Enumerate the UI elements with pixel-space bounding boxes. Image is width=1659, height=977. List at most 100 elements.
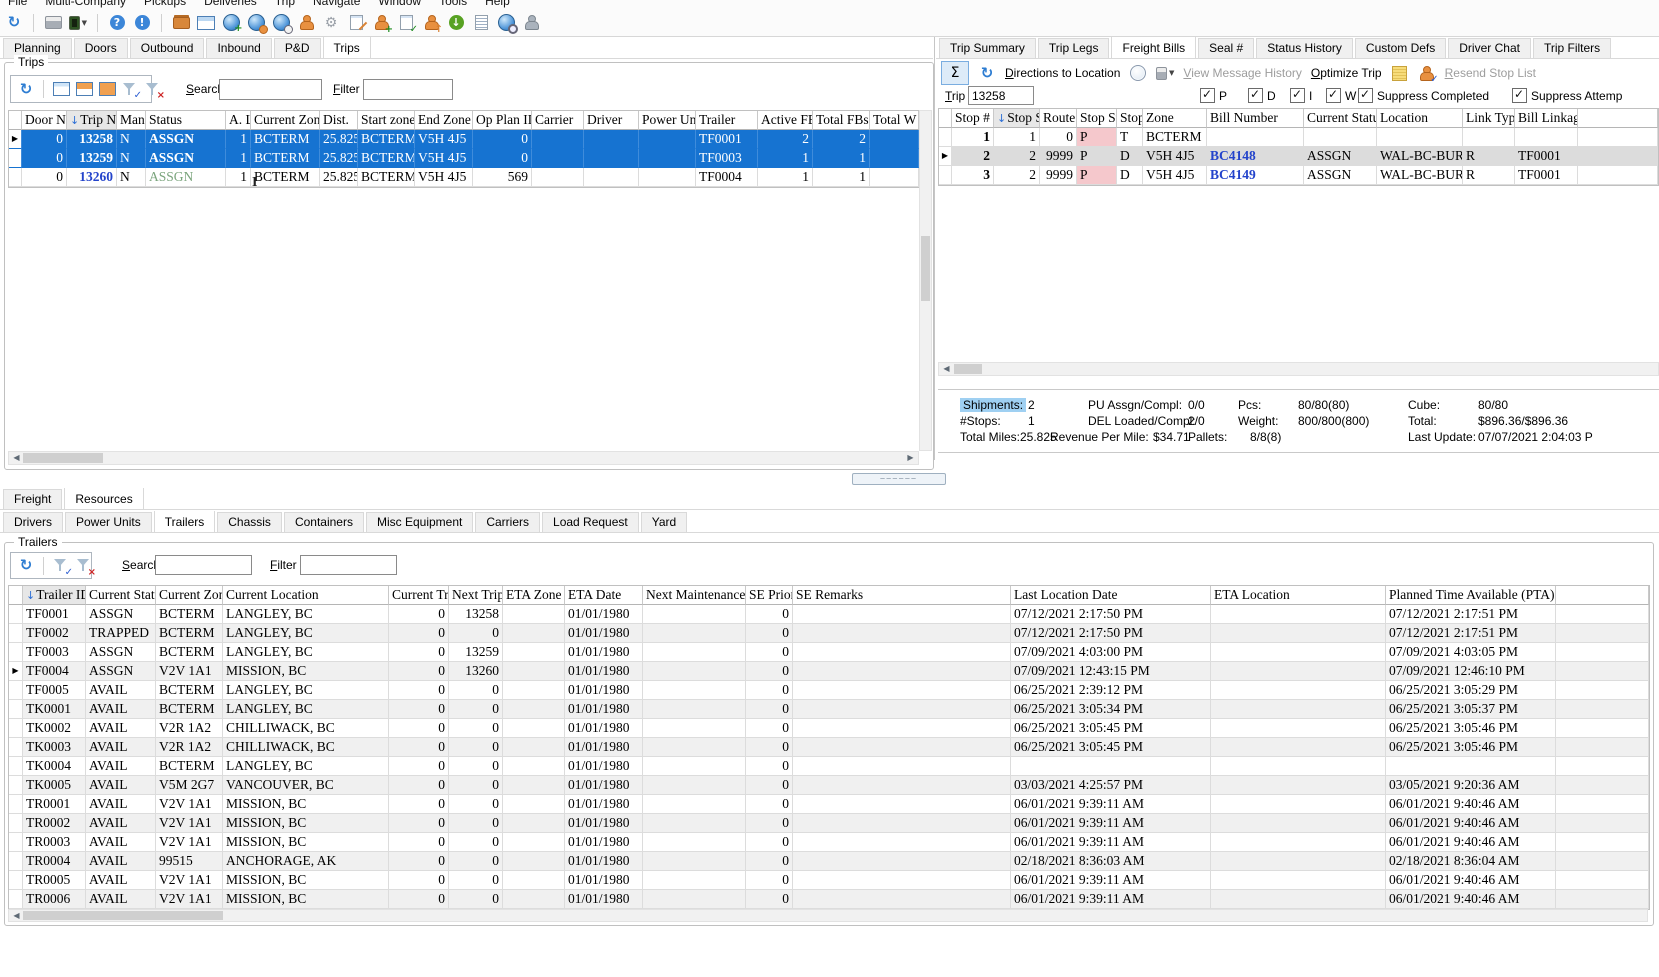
user-add-icon[interactable]: + xyxy=(372,14,390,32)
checkbox-box[interactable] xyxy=(1248,88,1263,103)
column-header-start-zone[interactable]: Start zone xyxy=(358,111,415,130)
column-header-stop[interactable]: Stop xyxy=(1117,109,1143,128)
column-header-eta-location[interactable]: ETA Location xyxy=(1211,586,1386,605)
user-silhouette-icon[interactable] xyxy=(522,14,540,32)
table-row[interactable]: TK0001AVAILBCTERMLANGLEY, BC0001/01/1980… xyxy=(9,700,1649,719)
table-row[interactable]: TR0004AVAIL99515ANCHORAGE, AK0001/01/198… xyxy=(9,852,1649,871)
globe-user-icon[interactable] xyxy=(247,14,265,32)
column-header-status[interactable]: Status xyxy=(146,111,226,130)
column-header-link-type[interactable]: Link Type xyxy=(1463,109,1515,128)
subtab-trailers[interactable]: Trailers xyxy=(154,511,216,533)
subtab-carriers[interactable]: Carriers xyxy=(475,512,540,532)
note-icon[interactable] xyxy=(1391,64,1409,82)
print-caret-icon[interactable]: ▼ xyxy=(1156,64,1174,82)
column-header-location[interactable]: Location xyxy=(1377,109,1463,128)
checkbox-box[interactable] xyxy=(1290,88,1305,103)
layout-panel-icon[interactable] xyxy=(197,14,215,32)
tab-trip-filters[interactable]: Trip Filters xyxy=(1533,38,1611,58)
table-row[interactable]: TF0001ASSGNBCTERMLANGLEY, BC01325801/01/… xyxy=(9,605,1649,624)
subtab-containers[interactable]: Containers xyxy=(284,512,364,532)
column-header-stop-stat[interactable]: Stop Stat xyxy=(1077,109,1117,128)
toolbar-link-optimize-trip[interactable]: Optimize Trip xyxy=(1311,66,1382,80)
column-header-man[interactable]: Man xyxy=(117,111,146,130)
freight-bills-horizontal-scrollbar[interactable]: ◀ xyxy=(938,362,1659,376)
scrollbar-thumb[interactable] xyxy=(954,364,982,374)
filter-check-icon[interactable]: ✓ xyxy=(52,557,70,575)
tab-custom-defs[interactable]: Custom Defs xyxy=(1355,38,1446,58)
table-row[interactable]: 110PTBCTERM xyxy=(939,128,1658,147)
table-row[interactable]: 013260NASSGN1BCTERM25.825BCTERMV5H 4J556… xyxy=(9,168,919,187)
trailers-search-input[interactable] xyxy=(155,555,252,575)
tab-driver-chat[interactable]: Driver Chat xyxy=(1448,38,1531,58)
table-row[interactable]: 013259NASSGN1BCTERM25.825BCTERMV5H 4J50T… xyxy=(9,149,919,168)
info-icon[interactable]: ! xyxy=(133,14,151,32)
checkbox-box[interactable] xyxy=(1358,88,1373,103)
menu-item-tools[interactable]: Tools xyxy=(431,0,477,8)
tab-freight-bills[interactable]: Freight Bills xyxy=(1111,37,1196,59)
download-icon[interactable]: ↓ xyxy=(447,14,465,32)
tab-trip-summary[interactable]: Trip Summary xyxy=(939,38,1036,58)
document-list-icon[interactable] xyxy=(472,14,490,32)
tab-p-d[interactable]: P&D xyxy=(274,38,321,58)
trips-filter-input[interactable] xyxy=(363,79,453,100)
sum-button[interactable]: Σ xyxy=(941,61,969,85)
filter-clear-icon[interactable]: × xyxy=(75,557,93,575)
column-header-carrier[interactable]: Carrier xyxy=(532,111,584,130)
checkbox-box[interactable] xyxy=(1326,88,1341,103)
scroll-left-icon[interactable]: ◀ xyxy=(940,363,953,375)
refresh-icon[interactable]: ↻ xyxy=(978,64,996,82)
preview-monitor-icon[interactable]: ▼ xyxy=(69,14,87,32)
trailers-filter-input[interactable] xyxy=(300,555,397,575)
menu-item-window[interactable]: Window xyxy=(370,0,431,8)
column-header-op-plan-id[interactable]: Op Plan ID xyxy=(473,111,532,130)
subtab-yard[interactable]: Yard xyxy=(641,512,687,532)
help-icon[interactable]: ? xyxy=(108,14,126,32)
trailers-horizontal-scrollbar[interactable]: ◀ xyxy=(8,909,1648,922)
subtab-drivers[interactable]: Drivers xyxy=(3,512,63,532)
table-row[interactable]: TK0003AVAILV2R 1A2CHILLIWACK, BC0001/01/… xyxy=(9,738,1649,757)
column-header-zone[interactable]: Zone xyxy=(1143,109,1207,128)
checkbox-box[interactable] xyxy=(1200,88,1215,103)
menu-item-navigate[interactable]: Navigate xyxy=(305,0,370,8)
column-header-total-fbs[interactable]: Total FBs xyxy=(813,111,870,130)
column-header-next-trip[interactable]: Next Trip xyxy=(449,586,503,605)
menu-item-deliveries[interactable]: Deliveries xyxy=(196,0,267,8)
table-row[interactable]: TK0004AVAILBCTERMLANGLEY, BC0001/01/1980… xyxy=(9,757,1649,776)
edit-form-icon[interactable] xyxy=(347,14,365,32)
tab-trips[interactable]: Trips xyxy=(323,37,371,59)
menu-item-file[interactable]: File xyxy=(0,0,37,8)
table-row[interactable]: 329999PDV5H 4J5BC4149ASSGNWAL-BC-BURRTF0… xyxy=(939,166,1658,185)
tab-outbound[interactable]: Outbound xyxy=(130,38,205,58)
column-header-trailer[interactable]: Trailer xyxy=(696,111,758,130)
column-header-current-location[interactable]: Current Location xyxy=(223,586,389,605)
globe-add-icon[interactable]: + xyxy=(222,14,240,32)
tab-resources[interactable]: Resources xyxy=(64,488,143,510)
subtab-misc-equipment[interactable]: Misc Equipment xyxy=(366,512,473,532)
menu-item-multi-company[interactable]: Multi-Company xyxy=(37,0,136,8)
table-row[interactable]: ▶TF0004ASSGNV2V 1A1MISSION, BC01326001/0… xyxy=(9,662,1649,681)
trip-number-input[interactable] xyxy=(968,86,1034,105)
checkbox-suppress-attemp[interactable]: Suppress Attemp xyxy=(1512,88,1622,103)
column-header-bill-linkage[interactable]: Bill Linkage xyxy=(1515,109,1578,128)
resend-icon[interactable]: ✓ xyxy=(1418,64,1436,82)
table-row[interactable]: TF0002TRAPPEDBCTERMLANGLEY, BC0001/01/19… xyxy=(9,624,1649,643)
task-check-icon[interactable]: ✓ xyxy=(397,14,415,32)
table-row[interactable]: TR0003AVAILV2V 1A1MISSION, BC0001/01/198… xyxy=(9,833,1649,852)
user-upload-icon[interactable]: ↑ xyxy=(422,14,440,32)
checkbox-w[interactable]: W xyxy=(1326,88,1356,103)
subtab-power-units[interactable]: Power Units xyxy=(65,512,152,532)
column-header-door-no[interactable]: Door No xyxy=(22,111,67,130)
tab-inbound[interactable]: Inbound xyxy=(206,38,271,58)
checkbox-box[interactable] xyxy=(1512,88,1527,103)
tab-trip-legs[interactable]: Trip Legs xyxy=(1038,38,1110,58)
column-header-planned-time-available-pta[interactable]: Planned Time Available (PTA) xyxy=(1386,586,1556,605)
column-header-current-zone[interactable]: Current Zone xyxy=(156,586,223,605)
table-row[interactable]: TR0006AVAILV2V 1A1MISSION, BC0001/01/198… xyxy=(9,890,1649,909)
scroll-left-icon[interactable]: ◀ xyxy=(10,910,23,922)
column-header-stop[interactable]: Stop # xyxy=(952,109,994,128)
column-header-trailer-id[interactable]: ↓Trailer ID xyxy=(23,586,86,605)
column-header-driver[interactable]: Driver xyxy=(584,111,639,130)
horizontal-splitter-handle[interactable]: ────── xyxy=(852,473,946,485)
clock-icon[interactable] xyxy=(1129,64,1147,82)
globe-search-icon[interactable] xyxy=(497,14,515,32)
